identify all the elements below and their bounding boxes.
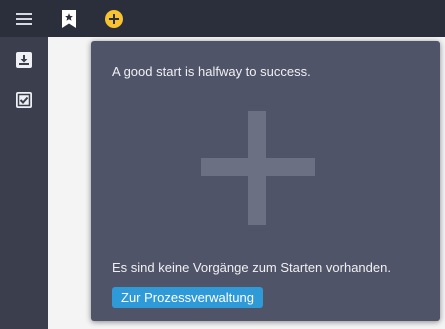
add-button[interactable] (103, 0, 125, 37)
bookmarks-button[interactable] (58, 0, 80, 37)
top-bar (0, 0, 445, 37)
sidebar (0, 37, 48, 329)
checkbox-task-icon (16, 92, 32, 108)
menu-button[interactable] (12, 0, 36, 37)
process-management-button[interactable]: Zur Prozessverwaltung (112, 287, 263, 308)
plus-circle-icon (105, 9, 123, 28)
popover-headline: A good start is halfway to success. (112, 64, 311, 79)
sidebar-item-tasks[interactable] (0, 80, 48, 120)
sidebar-item-inbox[interactable] (0, 40, 48, 80)
start-process-popover: A good start is halfway to success. Es s… (91, 41, 440, 321)
inbox-download-icon (16, 52, 32, 68)
large-plus-icon (201, 111, 315, 225)
empty-state-message: Es sind keine Vorgänge zum Starten vorha… (112, 260, 391, 275)
hamburger-menu-icon (16, 12, 32, 25)
bookmark-star-icon (62, 9, 76, 28)
